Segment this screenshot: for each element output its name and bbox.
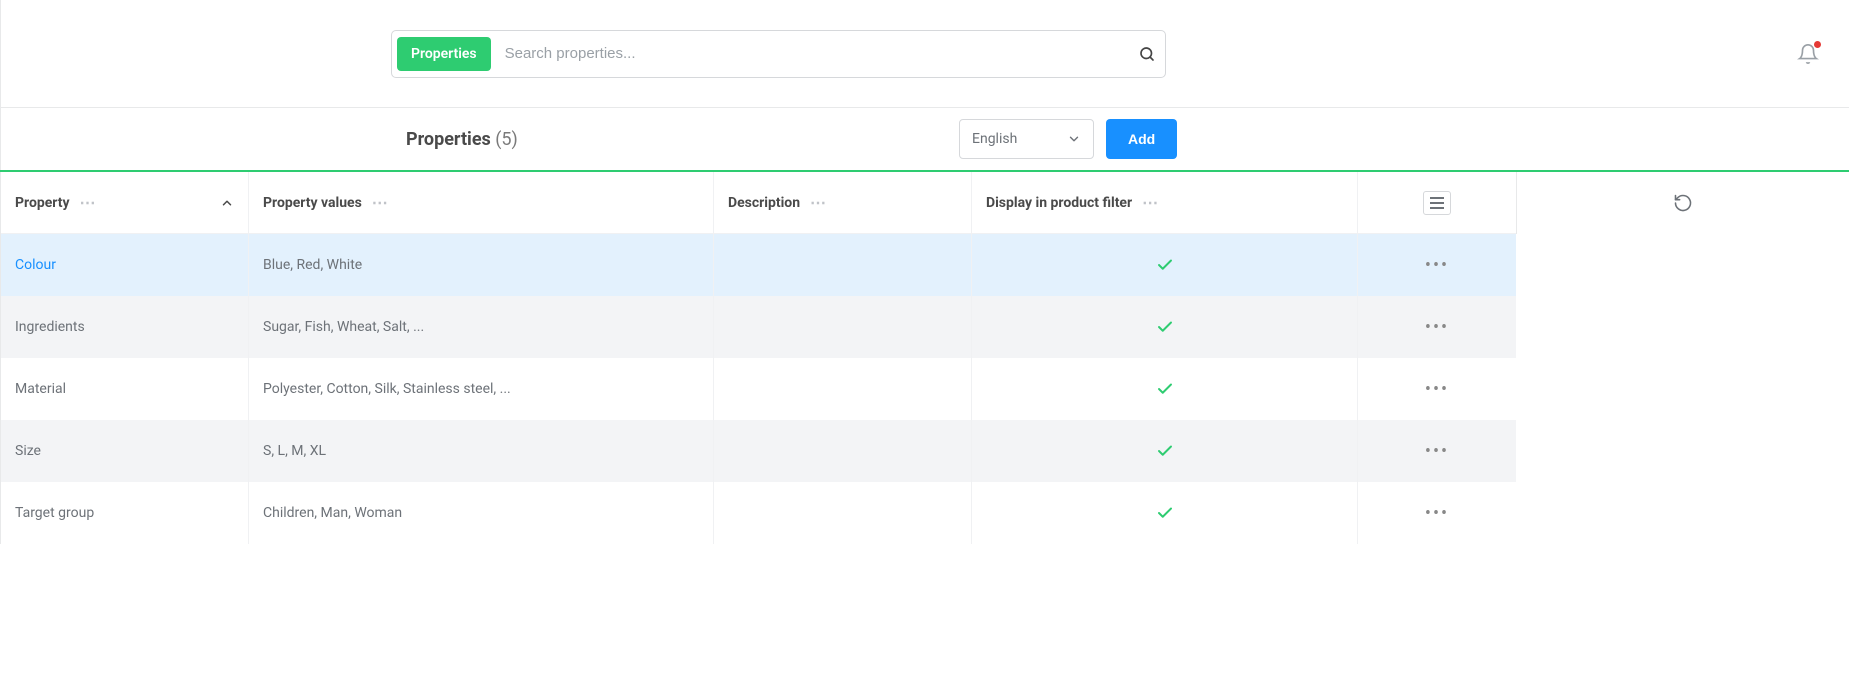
sort-asc-icon[interactable] xyxy=(220,196,234,210)
column-menu-icon[interactable]: ⋯ xyxy=(1142,193,1160,212)
refresh-button[interactable] xyxy=(1673,193,1693,213)
cell-values: Children, Man, Woman xyxy=(249,482,714,544)
check-icon xyxy=(1156,318,1174,336)
cell-values: S, L, M, XL xyxy=(249,420,714,482)
notification-dot-icon xyxy=(1814,41,1821,48)
search-context-pill[interactable]: Properties xyxy=(397,37,491,71)
cell-property[interactable]: Material xyxy=(1,358,249,420)
notifications-button[interactable] xyxy=(1797,43,1819,65)
table-body: ColourBlue, Red, White•••IngredientsSuga… xyxy=(1,234,1516,544)
header-controls: English Add xyxy=(959,119,1177,159)
cell-description xyxy=(714,358,972,420)
column-header-description[interactable]: Description ⋯ xyxy=(714,172,972,233)
language-select[interactable]: English xyxy=(959,119,1094,159)
cell-property[interactable]: Colour xyxy=(1,234,249,296)
cell-filter xyxy=(972,296,1358,358)
table-row[interactable]: SizeS, L, M, XL ••• xyxy=(1,420,1516,482)
cell-values: Polyester, Cotton, Silk, Stainless steel… xyxy=(249,358,714,420)
cell-filter xyxy=(972,420,1358,482)
table-settings-button[interactable] xyxy=(1423,191,1451,215)
table-row[interactable]: Target groupChildren, Man, Woman ••• xyxy=(1,482,1516,544)
properties-table: Property ⋯ Property values ⋯ Description… xyxy=(0,170,1849,544)
row-actions-button[interactable]: ••• xyxy=(1425,503,1449,524)
cell-property[interactable]: Ingredients xyxy=(1,296,249,358)
cell-property[interactable]: Size xyxy=(1,420,249,482)
row-actions-button[interactable]: ••• xyxy=(1425,255,1449,276)
top-bar: Properties xyxy=(0,0,1849,108)
column-menu-icon[interactable]: ⋯ xyxy=(372,193,390,212)
language-selected-label: English xyxy=(972,131,1017,147)
sub-header: Properties (5) English Add xyxy=(0,108,1849,170)
column-menu-icon[interactable]: ⋯ xyxy=(80,193,98,212)
row-actions-button[interactable]: ••• xyxy=(1425,379,1449,400)
page-count: (5) xyxy=(495,129,518,150)
search-input[interactable] xyxy=(505,45,1137,62)
check-icon xyxy=(1156,380,1174,398)
cell-description xyxy=(714,482,972,544)
cell-filter xyxy=(972,358,1358,420)
search-icon[interactable] xyxy=(1137,44,1157,64)
table-row[interactable]: IngredientsSugar, Fish, Wheat, Salt, ...… xyxy=(1,296,1516,358)
check-icon xyxy=(1156,256,1174,274)
cell-values: Sugar, Fish, Wheat, Salt, ... xyxy=(249,296,714,358)
column-header-property[interactable]: Property ⋯ xyxy=(1,172,249,233)
row-actions-button[interactable]: ••• xyxy=(1425,317,1449,338)
page-title: Properties (5) xyxy=(406,129,518,150)
column-header-filter[interactable]: Display in product filter ⋯ xyxy=(972,172,1358,233)
cell-description xyxy=(714,234,972,296)
column-menu-icon[interactable]: ⋯ xyxy=(810,193,828,212)
cell-filter xyxy=(972,234,1358,296)
cell-description xyxy=(714,420,972,482)
check-icon xyxy=(1156,442,1174,460)
add-button[interactable]: Add xyxy=(1106,119,1177,159)
cell-description xyxy=(714,296,972,358)
column-header-actions xyxy=(1358,172,1516,233)
cell-property[interactable]: Target group xyxy=(1,482,249,544)
table-side-panel xyxy=(1516,172,1849,234)
table-row[interactable]: ColourBlue, Red, White ••• xyxy=(1,234,1516,296)
cell-values: Blue, Red, White xyxy=(249,234,714,296)
check-icon xyxy=(1156,504,1174,522)
column-header-values[interactable]: Property values ⋯ xyxy=(249,172,714,233)
cell-actions: ••• xyxy=(1358,358,1516,420)
cell-actions: ••• xyxy=(1358,420,1516,482)
search-bar[interactable]: Properties xyxy=(391,30,1166,78)
chevron-down-icon xyxy=(1067,132,1081,146)
cell-filter xyxy=(972,482,1358,544)
cell-actions: ••• xyxy=(1358,482,1516,544)
cell-actions: ••• xyxy=(1358,296,1516,358)
table-row[interactable]: MaterialPolyester, Cotton, Silk, Stainle… xyxy=(1,358,1516,420)
cell-actions: ••• xyxy=(1358,234,1516,296)
row-actions-button[interactable]: ••• xyxy=(1425,441,1449,462)
table-header-row: Property ⋯ Property values ⋯ Description… xyxy=(1,172,1516,234)
